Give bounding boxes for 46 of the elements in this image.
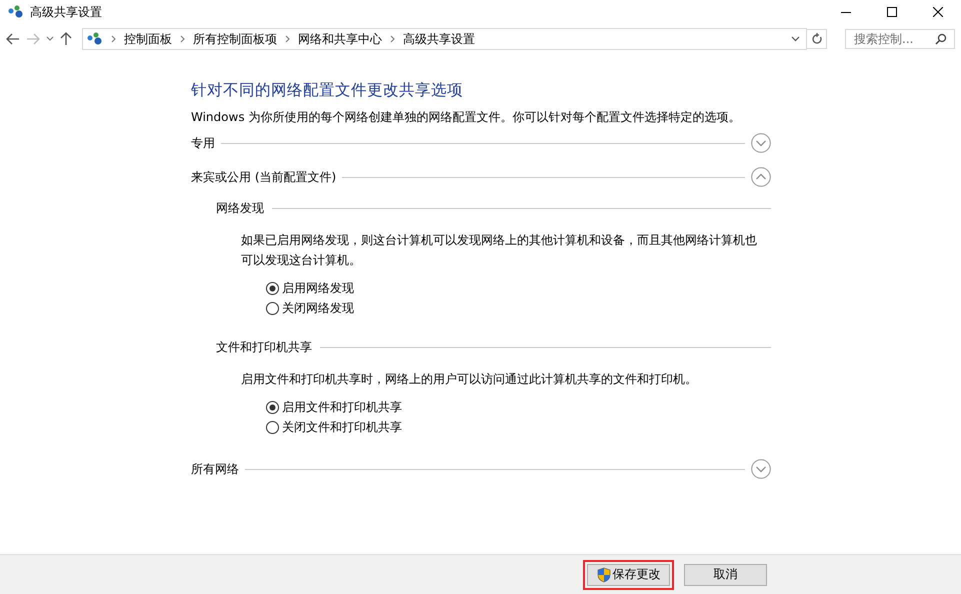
radio-label[interactable]: 关闭网络发现 [282,300,354,317]
window-title: 高级共享设置 [30,4,102,20]
chevron-right-icon [180,35,185,43]
breadcrumb-item[interactable]: 高级共享设置 [403,30,475,48]
expand-chevron-icon[interactable] [751,133,771,153]
close-icon [933,7,943,17]
radio-label[interactable]: 关闭文件和打印机共享 [282,419,402,436]
expand-chevron-icon[interactable] [751,459,771,479]
app-icon [8,5,24,19]
radio-label[interactable]: 启用文件和打印机共享 [282,399,402,416]
up-arrow-icon [60,32,72,46]
chevron-down-icon [46,36,54,42]
chevron-right-icon [285,35,290,43]
refresh-icon [810,33,822,45]
radio-button[interactable] [266,282,279,295]
chevron-right-icon [390,35,395,43]
section-title: 文件和打印机共享 [216,338,312,356]
refresh-button[interactable] [807,29,827,49]
page-heading: 针对不同的网络配置文件更改共享选项 [191,80,464,101]
search-field[interactable]: 搜索控制... [845,29,955,49]
profile-header[interactable]: 专用 [191,134,215,152]
breadcrumb-item[interactable]: 网络和共享中心 [298,30,382,48]
search-icon [935,33,947,45]
maximize-icon [887,7,897,17]
intro-text: Windows 为你所使用的每个网络创建单独的网络配置文件。你可以针对每个配置文件选择特定的选项。 [191,109,742,126]
profile-header[interactable]: 所有网络 [191,460,239,478]
section-description: 如果已启用网络发现，则这台计算机可以发现网络上的其他计算机和设备，而且其他网络计算机也可以发现这台计算机。 [241,232,758,269]
section-description: 启用文件和打印机共享时，网络上的用户可以访问通过此计算机共享的文件和打印机。 [241,371,698,388]
collapse-chevron-icon[interactable] [751,167,771,187]
dropdown-icon[interactable] [791,36,800,42]
section-title: 网络发现 [216,200,264,216]
back-arrow-icon [6,33,20,45]
control-panel-icon [87,32,103,46]
radio-label[interactable]: 启用网络发现 [282,280,354,297]
radio-button[interactable] [266,421,279,434]
breadcrumb-item[interactable]: 控制面板 [124,30,172,48]
profile-header[interactable]: 来宾或公用 (当前配置文件) [191,168,336,186]
breadcrumb-item[interactable]: 所有控制面板项 [193,30,277,48]
radio-button[interactable] [266,302,279,315]
chevron-right-icon [111,35,116,43]
shield-icon [596,566,610,582]
address-bar[interactable]: 控制面板 所有控制面板项 网络和共享中心 高级共享设置 [82,28,807,50]
cancel-button[interactable]: 取消 [684,564,767,586]
save-changes-button[interactable]: 保存更改 [587,564,670,586]
radio-button[interactable] [266,401,279,414]
forward-arrow-icon [26,33,40,45]
